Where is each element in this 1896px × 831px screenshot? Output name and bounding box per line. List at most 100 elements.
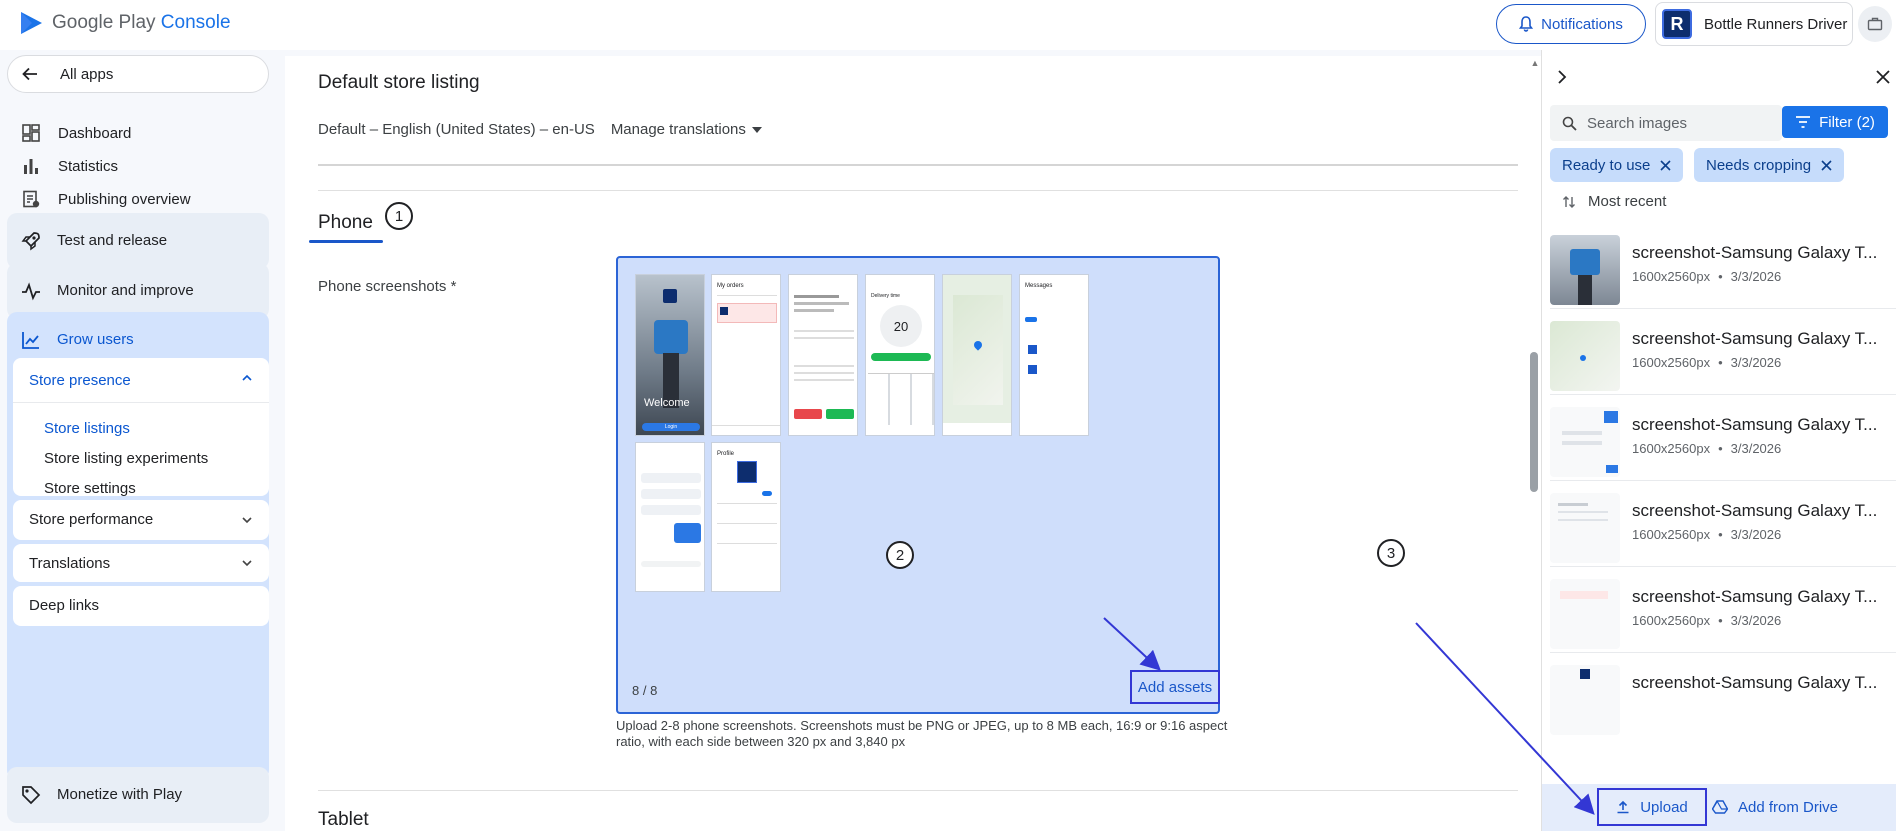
- add-from-drive-label: Add from Drive: [1738, 798, 1839, 816]
- image-list-item[interactable]: screenshot-Samsung Galaxy T... 1600x2560…: [1550, 309, 1896, 395]
- image-search-input[interactable]: [1587, 114, 1767, 132]
- messages-text: Messages: [1025, 283, 1053, 289]
- sidebar-item-statistics[interactable]: Statistics: [0, 148, 275, 184]
- store-performance-section[interactable]: Store performance: [13, 500, 269, 540]
- close-icon[interactable]: [1660, 159, 1671, 171]
- sidebar-link-store-listing-experiments[interactable]: Store listing experiments: [44, 450, 208, 467]
- minutes-display: 20: [880, 305, 922, 347]
- upload-button[interactable]: Upload: [1597, 788, 1707, 826]
- bell-icon: [1519, 16, 1534, 32]
- sidebar-group-label: Test and release: [57, 232, 168, 249]
- image-meta: 1600x2560px • 3/3/2026: [1632, 527, 1782, 542]
- scrollbar-thumb[interactable]: [1530, 352, 1538, 492]
- order-card: [1560, 591, 1608, 599]
- deep-links-section[interactable]: Deep links: [13, 586, 269, 626]
- phone-screenshot[interactable]: Profile: [711, 442, 781, 592]
- asset-library-panel: Filter (2) Ready to use Needs cropping M…: [1541, 50, 1896, 831]
- phone-screenshot[interactable]: [942, 274, 1012, 436]
- image-list-item[interactable]: screenshot-Samsung Galaxy T... 1600x2560…: [1550, 567, 1896, 653]
- callout-1: 1: [385, 202, 413, 230]
- courier-backpack: [1570, 249, 1600, 275]
- store-presence-section: Store presence Store listings Store list…: [13, 358, 269, 497]
- toggle-switch-preview: [762, 491, 772, 496]
- chevron-right-icon[interactable]: [1557, 70, 1567, 84]
- publishing-icon: [20, 188, 42, 210]
- sidebar-item-label: Dashboard: [58, 124, 132, 142]
- image-search-box[interactable]: [1550, 105, 1782, 141]
- image-file-name: screenshot-Samsung Galaxy T...: [1632, 501, 1878, 520]
- phone-screenshots-dropzone[interactable]: Welcome Login My orders Delivery time 20…: [616, 256, 1220, 714]
- app-logo: [663, 289, 677, 303]
- sidebar-item-label: Statistics: [58, 157, 119, 175]
- text-line: [1558, 503, 1588, 506]
- play-console-logo[interactable]: Google Play Console: [18, 10, 231, 36]
- google-drive-icon: [1712, 800, 1728, 814]
- sort-control[interactable]: Most recent: [1562, 193, 1666, 210]
- chevron-down-icon: [242, 517, 252, 524]
- developer-account-button[interactable]: [1858, 6, 1892, 42]
- numeric-keypad: [868, 373, 934, 425]
- sidebar-item-publishing-overview[interactable]: Publishing overview: [0, 181, 275, 217]
- image-thumbnail: [1550, 235, 1620, 305]
- all-apps-button[interactable]: All apps: [7, 55, 269, 93]
- divider: [318, 190, 1518, 191]
- sidebar-item-label: Publishing overview: [58, 190, 191, 208]
- chat-bubble: [641, 505, 701, 515]
- phone-screenshot[interactable]: Delivery time 20: [865, 274, 935, 436]
- tab-phone[interactable]: Phone: [318, 212, 373, 234]
- text-line: [794, 337, 854, 339]
- image-file-name: screenshot-Samsung Galaxy T...: [1632, 587, 1878, 606]
- scroll-up-arrow-icon[interactable]: ▲: [1529, 58, 1541, 70]
- image-list-item[interactable]: screenshot-Samsung Galaxy T...: [1550, 653, 1896, 784]
- chip-label: Needs cropping: [1706, 156, 1812, 174]
- login-button-preview: Login: [642, 423, 700, 431]
- sidebar-item-dashboard[interactable]: Dashboard: [0, 115, 275, 151]
- accept-button-preview: [826, 409, 854, 419]
- sort-label: Most recent: [1588, 193, 1667, 210]
- add-from-drive-button[interactable]: Add from Drive: [1712, 792, 1838, 822]
- text-line: [794, 302, 849, 305]
- tab-tablet[interactable]: Tablet: [318, 809, 369, 831]
- sidebar-link-store-listings[interactable]: Store listings: [44, 420, 130, 437]
- sidebar-group-label: Monitor and improve: [57, 282, 194, 299]
- phone-screenshot[interactable]: My orders: [711, 274, 781, 436]
- courier-figure: [1578, 275, 1592, 305]
- sidebar-group-label: Grow users: [57, 331, 134, 348]
- phone-screenshot[interactable]: [635, 442, 705, 592]
- close-icon[interactable]: [1821, 159, 1832, 171]
- notifications-button[interactable]: Notifications: [1496, 4, 1646, 44]
- translations-section[interactable]: Translations: [13, 544, 269, 582]
- filter-chip-needs-cropping: Needs cropping: [1694, 148, 1845, 182]
- filter-button[interactable]: Filter (2): [1782, 106, 1888, 138]
- sidebar-link-store-settings[interactable]: Store settings: [44, 480, 136, 497]
- top-bar: Google Play Console Notifications R Bott…: [0, 0, 1896, 50]
- chevron-up-icon[interactable]: [241, 372, 253, 384]
- manage-translations-button[interactable]: Manage translations: [611, 121, 762, 138]
- image-list-item[interactable]: screenshot-Samsung Galaxy T... 1600x2560…: [1550, 395, 1896, 481]
- courier-backpack: [654, 320, 688, 354]
- image-thumbnail: [1550, 665, 1620, 735]
- app-account-switcher[interactable]: R Bottle Runners Driver: [1655, 2, 1853, 46]
- tab-active-indicator: [309, 240, 383, 243]
- phone-screenshot[interactable]: [788, 274, 858, 436]
- page-title: Default store listing: [318, 72, 480, 93]
- sidebar-group-test-and-release[interactable]: Test and release: [7, 213, 269, 269]
- account-name: Bottle Runners Driver: [1704, 15, 1848, 33]
- upload-hint-text: Upload 2-8 phone screenshots. Screenshot…: [616, 718, 1228, 749]
- image-list-item[interactable]: screenshot-Samsung Galaxy T... 1600x2560…: [1550, 223, 1896, 309]
- text-line: [1562, 431, 1602, 435]
- image-meta: 1600x2560px • 3/3/2026: [1632, 355, 1782, 370]
- image-file-name: screenshot-Samsung Galaxy T...: [1632, 243, 1878, 262]
- divider: [717, 523, 777, 524]
- delivery-time-text: Delivery time: [871, 293, 900, 299]
- all-apps-label: All apps: [60, 65, 114, 83]
- store-presence-toggle[interactable]: Store presence: [29, 372, 131, 389]
- sidebar-group-grow-users[interactable]: Grow users Store presence Store listings…: [7, 312, 269, 780]
- add-assets-button[interactable]: Add assets: [1130, 670, 1220, 704]
- close-icon[interactable]: [1876, 70, 1890, 84]
- sidebar-group-monetize[interactable]: Monetize with Play: [7, 767, 269, 823]
- phone-screenshot[interactable]: Welcome Login: [635, 274, 705, 436]
- image-list-item[interactable]: screenshot-Samsung Galaxy T... 1600x2560…: [1550, 481, 1896, 567]
- sidebar-group-monitor-and-improve[interactable]: Monitor and improve: [7, 263, 269, 319]
- phone-screenshot[interactable]: Messages: [1019, 274, 1089, 436]
